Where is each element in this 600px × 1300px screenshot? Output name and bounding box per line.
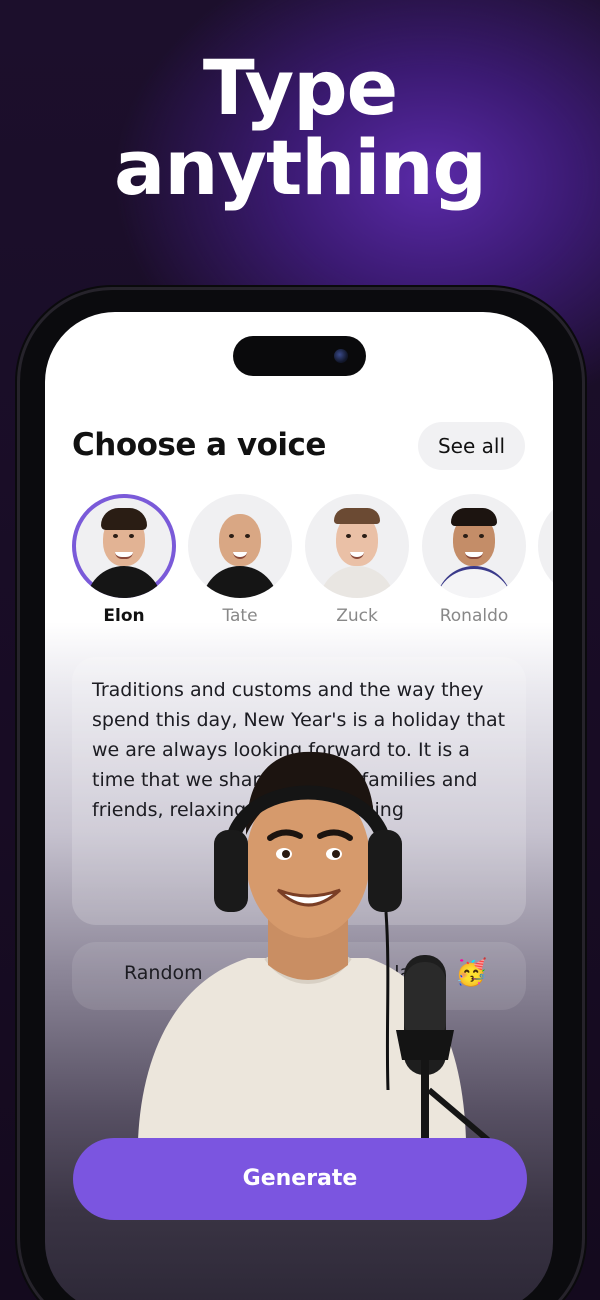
headline-line-2: anything: [114, 123, 487, 212]
camera-icon: [334, 349, 348, 363]
promo-headline: Type anything: [0, 48, 600, 208]
page-title: Choose a voice: [72, 427, 326, 463]
dynamic-island: [233, 336, 366, 376]
podcaster-illustration: [138, 751, 490, 1140]
voice-option-elon[interactable]: Elon: [72, 494, 176, 626]
generate-button[interactable]: Generate: [73, 1138, 527, 1220]
voice-name: Ronaldo: [439, 606, 509, 626]
avatar: [538, 494, 553, 598]
voice-option-tate[interactable]: Tate: [188, 494, 292, 626]
avatar: [188, 494, 292, 598]
voice-option-zuck[interactable]: Zuck: [305, 494, 409, 626]
voice-carousel[interactable]: Elon Tate Zuck Ronaldo: [45, 494, 553, 634]
voice-name: Zuck: [336, 606, 378, 626]
avatar: [305, 494, 409, 598]
voice-name: Elon: [103, 606, 145, 626]
headline-line-1: Type: [202, 43, 398, 132]
voice-option-more[interactable]: [538, 494, 553, 598]
avatar: [72, 494, 176, 598]
voice-option-ronaldo[interactable]: Ronaldo: [422, 494, 526, 626]
avatar: [422, 494, 526, 598]
voice-name: Tate: [222, 606, 258, 626]
see-all-button[interactable]: See all: [418, 422, 525, 470]
